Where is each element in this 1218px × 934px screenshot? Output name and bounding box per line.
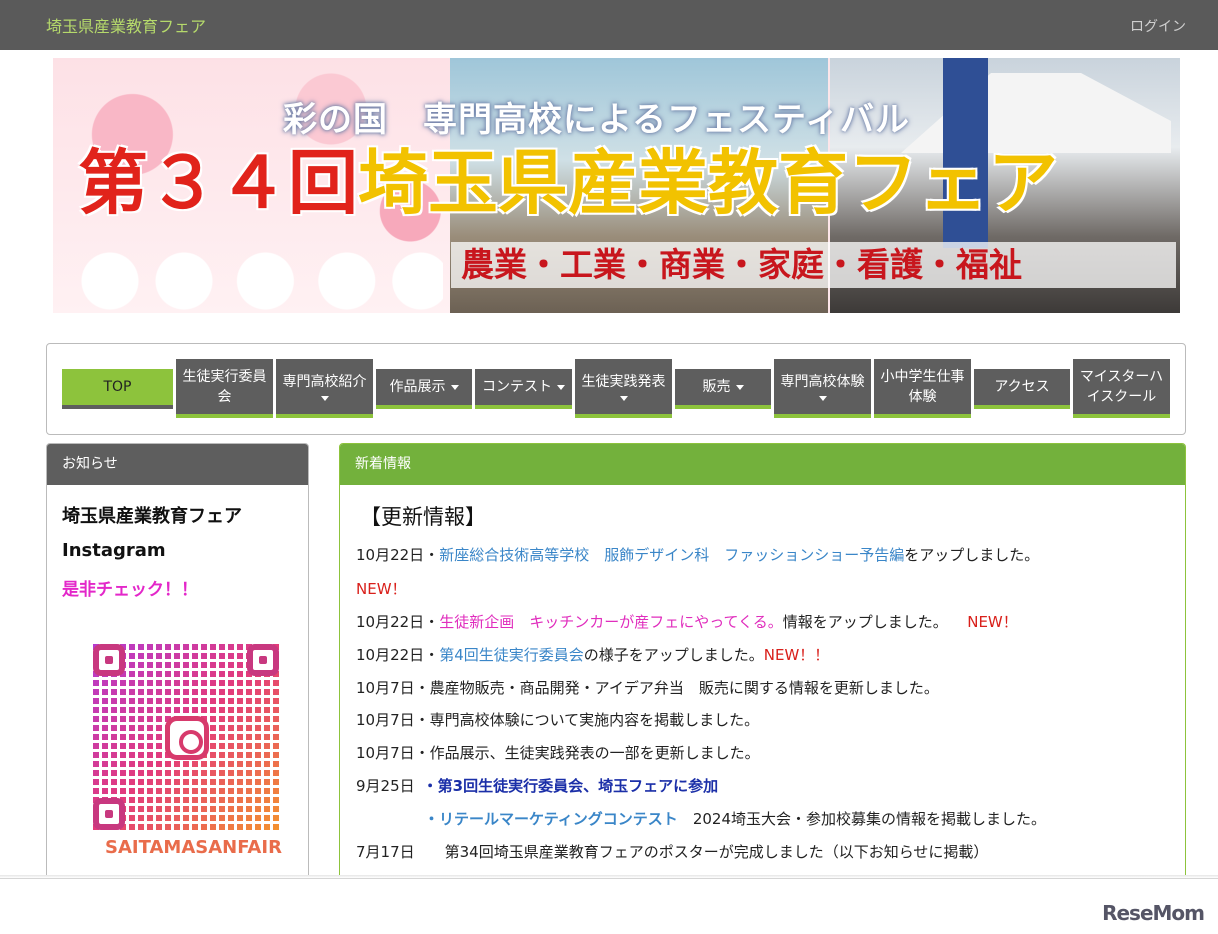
hero-banner: 彩の国 専門高校によるフェスティバル 第３４回埼玉県産業教育フェア 農業・工業・… [53, 58, 1180, 313]
sidebar-fair-name: 埼玉県産業教育フェア [62, 506, 242, 527]
news-item: 10月22日・新座総合技術高等学校 服飾デザイン科 ファッションショー予告編をア… [356, 544, 1039, 565]
nav-label: 小中学生仕事体験 [880, 368, 965, 405]
banner-categories: 農業・工業・商業・家庭・看護・福祉 [451, 242, 1176, 288]
qr-finder-top-right [247, 644, 279, 676]
banner-title: 第３４回埼玉県産業教育フェア [78, 143, 1058, 223]
sidebar-instagram-label: Instagram [62, 540, 166, 561]
news-link[interactable]: 新座総合技術高等学校 服飾デザイン科 ファッションショー予告編 [439, 546, 904, 564]
news-item: 10月7日・作品展示、生徒実践発表の一部を更新しました。 [356, 744, 760, 762]
nav-school-experience[interactable]: 専門高校体験 [774, 359, 871, 418]
bottom-bar: ReseMom [0, 875, 1218, 934]
nav-top[interactable]: TOP [62, 369, 173, 409]
news-link[interactable]: ・第3回生徒実行委員会、埼玉フェアに参加 [423, 777, 718, 795]
news-date: 9月25日 [356, 777, 415, 795]
news-item: 7月17日 第34回埼玉県産業教育フェアのポスターが完成しました（以下お知らせに掲… [356, 841, 988, 862]
news-link[interactable]: 生徒新企画 キッチンカーが産フェにやってくる。 [439, 613, 783, 631]
news-panel: 新着情報 【更新情報】 10月22日・新座総合技術高等学校 服飾デザイン科 ファ… [339, 443, 1186, 883]
news-item: ・リテールマーケティングコンテスト 2024埼玉大会・参加校募集の情報を掲載しま… [424, 808, 1046, 829]
nav-label: コンテスト [482, 379, 552, 395]
chevron-down-icon [619, 396, 628, 401]
news-item: 10月22日・生徒新企画 キッチンカーが産フェにやってくる。情報をアップしました… [356, 611, 1018, 632]
top-bar: 埼玉県産業教育フェア ログイン [0, 0, 1218, 50]
news-item: 10月22日・第4回生徒実行委員会の様子をアップしました。NEW！！ [356, 644, 829, 665]
nav-exhibits[interactable]: 作品展示 [376, 369, 472, 409]
nav-student-presentation[interactable]: 生徒実践発表 [575, 359, 672, 418]
news-date: 10月22日・ [356, 613, 440, 631]
chevron-down-icon [818, 396, 827, 401]
sidebar-heading: お知らせ [47, 444, 308, 485]
nav-label: 作品展示 [389, 379, 446, 395]
instagram-icon [165, 716, 209, 760]
news-link[interactable]: ・リテールマーケティングコンテスト [424, 810, 678, 828]
nav-contest[interactable]: コンテスト [475, 369, 572, 409]
qr-finder-top-left [93, 644, 125, 676]
login-link[interactable]: ログイン [1130, 16, 1186, 36]
instagram-handle: SAITAMASANFAIR [105, 837, 282, 858]
news-item: 10月7日・専門高校体験について実施内容を掲載しました。 [356, 711, 760, 729]
banner-title-name: 埼玉県産業教育フェア [358, 141, 1058, 224]
news-link[interactable]: 第4回生徒実行委員会 [439, 646, 584, 664]
banner-mascots [73, 233, 443, 313]
news-date: 7月17日 [356, 843, 415, 861]
nav-job-experience[interactable]: 小中学生仕事体験 [874, 359, 971, 418]
chevron-down-icon [320, 396, 329, 401]
nav-label: TOP [103, 379, 132, 395]
news-text: 2024埼玉大会・参加校募集の情報を掲載しました。 [677, 810, 1046, 828]
news-new-badge: NEW！ [967, 613, 1018, 631]
news-date: 10月22日・ [356, 546, 440, 564]
nav-access[interactable]: アクセス [974, 369, 1070, 409]
news-text: の様子をアップしました。 [583, 646, 764, 664]
nav-label: 専門高校体験 [780, 374, 865, 390]
sidebar-notices: お知らせ 埼玉県産業教育フェア Instagram 是非チェック！！ SAITA… [46, 443, 309, 883]
nav-sales[interactable]: 販売 [675, 369, 771, 409]
qr-code-icon[interactable] [93, 644, 279, 830]
nav-label: 専門高校紹介 [282, 374, 367, 390]
chevron-down-icon [557, 384, 565, 390]
sidebar-check-label: 是非チェック！！ [62, 580, 198, 600]
chevron-down-icon [450, 384, 459, 390]
nav-student-committee[interactable]: 生徒実行委員会 [176, 359, 273, 418]
nav-label: マイスターハイスクール [1079, 368, 1164, 405]
news-heading: 新着情報 [340, 444, 1185, 485]
news-item: 10月7日・農産物販売・商品開発・アイデア弁当 販売に関する情報を更新しました。 [356, 679, 939, 697]
news-text: 第34回埼玉県産業教育フェアのポスターが完成しました（以下お知らせに掲載） [444, 843, 989, 861]
main-nav: TOP 生徒実行委員会 専門高校紹介 作品展示 コンテスト 生徒実践発表 販売 … [46, 343, 1186, 435]
nav-label: 販売 [702, 379, 731, 395]
nav-meister-highschool[interactable]: マイスターハイスクール [1073, 359, 1170, 418]
nav-label: アクセス [994, 379, 1050, 395]
nav-label: 生徒実行委員会 [182, 368, 267, 405]
resemom-logo: ReseMom [1102, 901, 1205, 925]
news-text: 情報をアップしました。 [782, 613, 956, 631]
news-new-badge: NEW！ [356, 580, 407, 598]
qr-finder-bottom-left [93, 798, 125, 830]
banner-title-number: 第３４回 [78, 141, 358, 224]
news-date: 10月22日・ [356, 646, 440, 664]
banner-subtitle: 彩の国 専門高校によるフェスティバル [283, 100, 910, 140]
nav-school-intro[interactable]: 専門高校紹介 [276, 359, 373, 418]
news-new-badge: NEW！！ [763, 646, 830, 664]
news-text: をアップしました。 [904, 546, 1040, 564]
news-item: 9月25日 ・第3回生徒実行委員会、埼玉フェアに参加 [356, 775, 718, 796]
news-title: 【更新情報】 [360, 505, 486, 529]
site-title[interactable]: 埼玉県産業教育フェア [46, 13, 206, 37]
nav-label: 生徒実践発表 [581, 374, 666, 390]
chevron-down-icon [735, 384, 744, 390]
